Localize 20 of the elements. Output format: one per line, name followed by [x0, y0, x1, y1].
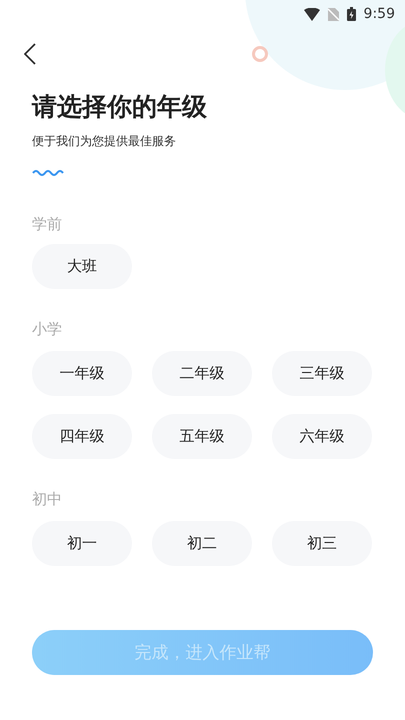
clock-time: 9:59 — [364, 6, 395, 22]
grade-option[interactable]: 二年级 — [152, 351, 252, 396]
grade-option[interactable]: 四年级 — [32, 414, 132, 459]
page-subtitle: 便于我们为您提供最佳服务 — [32, 133, 177, 150]
ring-decoration — [252, 46, 268, 62]
section-label: 学前 — [32, 214, 63, 234]
wifi-icon — [304, 8, 320, 20]
grade-option[interactable]: 五年级 — [152, 414, 252, 459]
grade-option[interactable]: 一年级 — [32, 351, 132, 396]
wave-icon — [32, 168, 64, 176]
section-label: 初中 — [32, 489, 63, 509]
grade-option[interactable]: 三年级 — [272, 351, 372, 396]
section-label: 小学 — [32, 319, 63, 339]
grade-option[interactable]: 初一 — [32, 521, 132, 566]
back-button[interactable] — [22, 41, 38, 67]
grade-option[interactable]: 六年级 — [272, 414, 372, 459]
grade-option[interactable]: 初三 — [272, 521, 372, 566]
grade-option[interactable]: 初二 — [152, 521, 252, 566]
grade-option[interactable]: 大班 — [32, 244, 132, 289]
page-title: 请选择你的年级 — [32, 92, 208, 122]
